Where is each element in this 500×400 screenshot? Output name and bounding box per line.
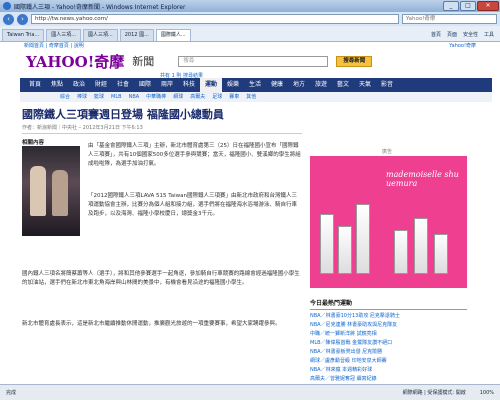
popular-item[interactable]: 中職／統一獅新洋將 試鏡亮相 xyxy=(310,330,470,339)
back-icon[interactable]: ‹ xyxy=(3,13,14,25)
status-text: 完成 xyxy=(6,390,17,396)
nav-item[interactable]: 天氣 xyxy=(354,78,376,92)
popular-item[interactable]: NBA／林書豪板凳出發 尼克險勝 xyxy=(310,348,470,357)
news-search-button[interactable]: 搜尋新聞 xyxy=(336,55,373,67)
subnav-item[interactable]: 高爾夫 xyxy=(190,92,205,102)
status-bar: 完成 網際網路 | 受保護模式: 開啟 100% xyxy=(0,384,500,400)
popular-item[interactable]: NBA／林來瘋 本週精彩好球 xyxy=(310,366,470,375)
yahoo-logo[interactable]: YAHOO!奇摩 xyxy=(26,51,124,72)
window-titlebar: 國際鐵人三項 - Yahoo!奇摩新聞 - Windows Internet E… xyxy=(0,0,500,12)
nav-item[interactable]: 國際 xyxy=(134,78,156,92)
nav-item[interactable]: 政治 xyxy=(68,78,90,92)
popular-item[interactable]: 高爾夫／曾雅妮奪冠 續寫紀錄 xyxy=(310,375,470,384)
utility-links-right[interactable]: Yahoo!奇摩 xyxy=(449,42,476,50)
article-paragraph: 國內鐵人三項名將簡蔡蕭等人（選手），將和其他參賽選手一起角逐，參加騎自行車競賽的… xyxy=(22,271,300,286)
nav-item[interactable]: 運動 xyxy=(200,78,222,92)
minimize-button[interactable]: _ xyxy=(443,1,459,11)
subnav-item[interactable]: 足球 xyxy=(212,92,222,102)
article-byline: 作者：新浪新聞｜中央社 – 2012年3月21日 下午6:13 xyxy=(22,124,302,134)
person-figure xyxy=(30,166,46,216)
subnav-item[interactable]: 網球 xyxy=(173,92,183,102)
tab[interactable]: 2012 國... xyxy=(119,29,154,41)
advertisement-banner[interactable]: mademoiselle shu uemura xyxy=(310,156,467,288)
home-command[interactable]: 首頁 xyxy=(431,29,441,41)
subnav-item[interactable]: MLB xyxy=(111,92,122,102)
tab[interactable]: 國人三項... xyxy=(82,29,118,41)
nav-item[interactable]: 生活 xyxy=(244,78,266,92)
tools-command[interactable]: 工具 xyxy=(484,29,494,41)
nav-item[interactable]: 兩岸 xyxy=(156,78,178,92)
popular-heading: 今日最熱門運動 xyxy=(310,298,467,310)
nav-item[interactable]: 地方 xyxy=(288,78,310,92)
page-command[interactable]: 頁面 xyxy=(447,29,457,41)
person-figure xyxy=(52,170,68,216)
news-search-input[interactable]: 搜尋 xyxy=(178,55,329,67)
photo-label: 相關內容 xyxy=(22,140,45,146)
forward-icon[interactable]: › xyxy=(17,13,28,25)
web-page: 新聞首頁 | 奇摩首頁 | 說明 Yahoo!奇摩 YAHOO!奇摩 新聞 搜尋… xyxy=(0,42,500,384)
nav-item[interactable]: 藝文 xyxy=(332,78,354,92)
popular-item[interactable]: NBA／尼克連勝 林書豪助攻與尼克隊友 xyxy=(310,321,470,330)
browser-search-input[interactable]: Yahoo!奇摩 xyxy=(402,14,497,24)
subnav-item[interactable]: 賽車 xyxy=(229,92,239,102)
popular-item[interactable]: 網球／盧彥勳晉級 印地安泉大師賽 xyxy=(310,357,470,366)
nav-item[interactable]: 焦點 xyxy=(46,78,68,92)
tab-active[interactable]: 國際鐵人... xyxy=(155,29,191,41)
ie-logo-icon xyxy=(3,2,11,10)
subnav-item[interactable]: 棒球 xyxy=(77,92,87,102)
article-paragraph: 新北市體育處長表示，這是新北市繼續推動休閒運動，推廣觀光旅遊的一項重要賽事，希望… xyxy=(22,321,281,327)
close-button[interactable]: ✕ xyxy=(477,1,499,11)
zoom-level[interactable]: 100% xyxy=(480,390,494,396)
content-area: 國際鐵人三項賽週日登場 福隆國小總動員 作者：新浪新聞｜中央社 – 2012年3… xyxy=(22,102,492,382)
maximize-button[interactable]: □ xyxy=(460,1,476,11)
article-paragraph: 由「基金會國際鐵人三項」主辦，新北市體育處第三（25）日在福隆國小宣布「國際鐵人… xyxy=(88,143,301,167)
url-field[interactable]: http://tw.news.yahoo.com/ xyxy=(31,14,399,24)
section-name: 新聞 xyxy=(132,55,155,68)
nav-item[interactable]: 首頁 xyxy=(24,78,46,92)
nav-item[interactable]: 娛樂 xyxy=(222,78,244,92)
nav-item[interactable]: 財經 xyxy=(90,78,112,92)
product-bottle xyxy=(320,214,334,274)
subnav-item[interactable]: 中華職棒 xyxy=(146,92,166,102)
article-photo[interactable] xyxy=(22,146,80,236)
product-bottle xyxy=(356,204,370,274)
popular-list: NBA／林書豪10分13助攻 尼克擊退騎士 NBA／尼克連勝 林書豪助攻與尼克隊… xyxy=(310,312,470,384)
ad-text: mademoiselle shu uemura xyxy=(386,170,459,188)
subnav-item[interactable]: 籃球 xyxy=(94,92,104,102)
popular-item[interactable]: MLB／陳偉殷首戰 金鶯隊友讚不絕口 xyxy=(310,339,470,348)
nav-item[interactable]: 健康 xyxy=(266,78,288,92)
nav-item[interactable]: 科技 xyxy=(178,78,200,92)
ad-label: 廣告 xyxy=(381,149,392,155)
product-bottle xyxy=(414,218,428,274)
subnav-item[interactable]: 綜合 xyxy=(60,92,70,102)
popular-item[interactable]: NBA／林書豪10分13助攻 尼克擊退騎士 xyxy=(310,312,470,321)
article-headline: 國際鐵人三項賽週日登場 福隆國小總動員 xyxy=(22,108,224,121)
address-bar: ‹ › http://tw.news.yahoo.com/ Yahoo!奇摩 xyxy=(0,12,500,26)
article-paragraph: 「2012國際鐵人三項LAVA 515 Taiwan國際鐵人三項賽」由新北市政府… xyxy=(88,193,298,217)
security-zone[interactable]: 網際網路 | 受保護模式: 開啟 xyxy=(403,389,466,396)
window-title: 國際鐵人三項 - Yahoo!奇摩新聞 - Windows Internet E… xyxy=(14,3,186,11)
product-bottle xyxy=(394,230,408,274)
command-bar: 首頁 頁面 安全性 工具 xyxy=(431,29,500,41)
tab[interactable]: Taiwan Tria... xyxy=(2,29,45,41)
site-header: YAHOO!奇摩 新聞 搜尋 搜尋新聞 xyxy=(0,50,500,72)
tab[interactable]: 國人三項... xyxy=(46,29,81,41)
nav-item[interactable]: 旅遊 xyxy=(310,78,332,92)
sub-nav: 綜合 棒球 籃球 MLB NBA 中華職棒 網球 高爾夫 足球 賽車 其他 xyxy=(20,92,492,102)
utility-links: 新聞首頁 | 奇摩首頁 | 說明 Yahoo!奇摩 xyxy=(0,42,500,50)
main-nav: 首頁 焦點 政治 財經 社會 國際 兩岸 科技 運動 娛樂 生活 健康 地方 旅遊 藝文 天氣 影音 xyxy=(20,78,492,92)
nav-item[interactable]: 影音 xyxy=(376,78,398,92)
subnav-item[interactable]: 其他 xyxy=(246,92,256,102)
safety-command[interactable]: 安全性 xyxy=(463,29,478,41)
product-bottle xyxy=(434,234,448,274)
tab-bar: Taiwan Tria... 國人三項... 國人三項... 2012 國...… xyxy=(0,26,500,42)
product-bottle xyxy=(338,226,352,274)
utility-links-left[interactable]: 新聞首頁 | 奇摩首頁 | 說明 xyxy=(24,42,84,50)
subnav-item[interactable]: NBA xyxy=(129,92,140,102)
nav-item[interactable]: 社會 xyxy=(112,78,134,92)
